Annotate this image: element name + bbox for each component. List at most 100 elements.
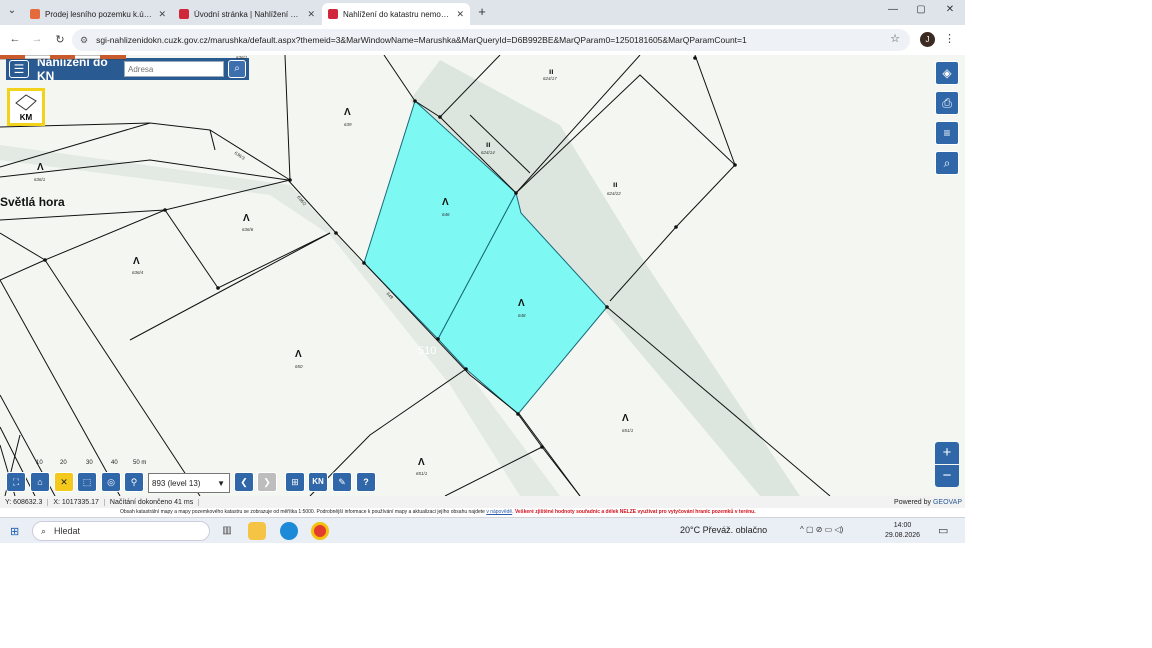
scale-tick: 50 m	[133, 460, 147, 466]
forest-symbol: Λ	[133, 256, 140, 267]
minimize-button[interactable]: —	[883, 4, 903, 15]
tab-search-chevron-icon[interactable]: ⌄	[2, 5, 22, 16]
tab-close-icon[interactable]: ✕	[158, 9, 166, 20]
parcel-number: 646	[442, 212, 450, 217]
windows-start-icon[interactable]: ⊞	[10, 525, 19, 538]
forest-symbol: Λ	[442, 197, 449, 208]
file-explorer-icon[interactable]	[248, 522, 266, 540]
cadastral-map[interactable]: ☰ Nahlížení do KN ⌕ KM ◈ ⎙ ≡ ⌕ + − Světl…	[0, 55, 965, 496]
tab-prodej[interactable]: Prodej lesního pozemku k.ú. Hr ✕	[24, 3, 172, 25]
parcel-number: 651/1	[416, 471, 428, 476]
annotate-button[interactable]: ✎	[332, 472, 352, 492]
parcel-number: 624/17	[543, 76, 557, 81]
coord-x: X: 1017335.17	[48, 498, 105, 506]
tab-favicon	[179, 9, 189, 19]
home-button[interactable]: ⌂	[30, 472, 50, 492]
map-layer-km-toggle[interactable]: KM	[7, 88, 45, 126]
locate-button[interactable]: ◎	[101, 472, 121, 492]
geovap-link[interactable]: GEOVAP	[933, 499, 962, 506]
parcel-number: 648	[518, 313, 526, 318]
field-symbol: ıı	[613, 180, 618, 189]
print-button[interactable]: ⎙	[935, 91, 959, 115]
next-view-button[interactable]: ❯	[257, 472, 277, 492]
url-text: sgi-nahlizenidokn.cuzk.gov.cz/marushka/d…	[96, 35, 747, 45]
parcel-number: 624/22	[607, 191, 621, 196]
taskbar-search-label: Hledat	[54, 526, 81, 536]
edge-icon[interactable]	[280, 522, 298, 540]
search-icon: ⌕	[41, 525, 47, 536]
notifications-icon[interactable]: ▭	[938, 524, 948, 537]
forward-button[interactable]: →	[30, 33, 44, 45]
help-button[interactable]: ?	[356, 472, 376, 492]
kn-info-button[interactable]: KN	[308, 472, 328, 492]
forest-symbol: Λ	[622, 413, 629, 424]
load-status: Načítání dokončeno 41 ms	[105, 498, 200, 506]
powered-by: Powered by GEOVAP	[894, 499, 965, 506]
field-symbol: ıı	[549, 67, 554, 76]
parcel-number: 651/1	[622, 428, 634, 433]
address-bar[interactable]: ⚙ sgi-nahlizenidokn.cuzk.gov.cz/marushka…	[72, 29, 910, 51]
close-window-button[interactable]: ✕	[940, 4, 960, 15]
elevation-label: 510	[418, 345, 437, 357]
scale-level-select[interactable]: 893 (level 13) ▼	[148, 473, 230, 493]
back-button[interactable]: ←	[8, 33, 22, 45]
help-link[interactable]: v nápovědě	[486, 509, 512, 515]
parcel-number: 636/6	[242, 227, 254, 232]
weather-widget[interactable]: 20°C Převáž. oblačno	[680, 525, 767, 535]
disclaimer-warning: Veškeré zjištěné hodnoty souřadnic a dél…	[514, 509, 756, 515]
maximize-button[interactable]: ▢	[911, 4, 931, 15]
scale-level-value: 893 (level 13)	[152, 478, 201, 488]
scale-tick: 30	[86, 460, 93, 466]
road-label: 636/1	[236, 55, 248, 60]
system-tray[interactable]: ^ ▢ ⊘ ▭ ◁)	[800, 525, 843, 534]
tab-title: Nahlížení do katastru nemovito	[343, 9, 451, 19]
bookmark-star-icon[interactable]: ☆	[890, 32, 900, 45]
status-bar: Y: 608632.3 X: 1017335.17 Načítání dokon…	[0, 496, 965, 508]
legend-button[interactable]: ≡	[935, 121, 959, 145]
tab-title: Prodej lesního pozemku k.ú. Hr	[45, 9, 153, 19]
tab-uvodni[interactable]: Úvodní stránka | Nahlížení do k ✕	[173, 3, 321, 25]
chrome-icon[interactable]	[311, 522, 329, 540]
zoom-in-button[interactable]: +	[935, 442, 959, 464]
search-button[interactable]: ⌕	[228, 60, 246, 78]
tab-nahlizeni[interactable]: Nahlížení do katastru nemovito ✕	[322, 3, 470, 25]
clear-selection-button[interactable]: ✕	[54, 472, 74, 492]
tab-close-icon[interactable]: ✕	[307, 9, 315, 20]
layers-button[interactable]: ◈	[935, 61, 959, 85]
pin-button[interactable]: ⚲	[124, 472, 144, 492]
app-header: ☰ Nahlížení do KN ⌕	[6, 55, 249, 83]
browser-tab-strip: ⌄ Prodej lesního pozemku k.ú. Hr ✕ Úvodn…	[0, 0, 965, 25]
disclaimer-text: Obsah katastrální mapy a mapy pozemkovéh…	[120, 509, 485, 515]
reload-button[interactable]: ↻	[53, 33, 67, 46]
task-view-icon[interactable]: ▥	[218, 522, 236, 540]
site-info-icon[interactable]: ⚙	[80, 35, 88, 46]
forest-symbol: Λ	[243, 213, 250, 224]
browser-menu-icon[interactable]: ⋮	[944, 32, 955, 45]
tab-close-icon[interactable]: ✕	[456, 9, 464, 20]
taskbar: ⊞ ⌕ Hledat ▥ 20°C Převáž. oblačno ^ ▢ ⊘ …	[0, 517, 965, 543]
measure-button[interactable]: ⊞	[285, 472, 305, 492]
full-extent-button[interactable]: ⛶	[6, 472, 26, 492]
parcel-number: 624/14	[481, 150, 495, 155]
new-tab-button[interactable]: +	[472, 4, 492, 19]
address-search-input[interactable]	[124, 61, 224, 77]
menu-button[interactable]: ☰	[9, 60, 29, 78]
map-search-button[interactable]: ⌕	[935, 151, 959, 175]
parcel-number: 650	[295, 364, 303, 369]
scale-bar	[0, 55, 126, 60]
clock-time: 14:00	[893, 522, 912, 529]
clock[interactable]: 14:00 29.08.2026	[885, 521, 920, 541]
map-canvas	[0, 55, 831, 496]
parcel-number: 636/4	[132, 270, 144, 275]
clock-date: 29.08.2026	[885, 532, 921, 539]
previous-view-button[interactable]: ❮	[234, 472, 254, 492]
rectangle-select-button[interactable]: ⬚	[77, 472, 97, 492]
taskbar-search[interactable]: ⌕ Hledat	[32, 521, 210, 541]
profile-avatar[interactable]: J	[920, 32, 935, 47]
coord-y: Y: 608632.3	[0, 498, 49, 506]
scale-tick: 40	[111, 460, 118, 466]
browser-toolbar: ← → ↻ ⚙ sgi-nahlizenidokn.cuzk.gov.cz/ma…	[0, 25, 965, 55]
parcel-number: 639	[344, 122, 352, 127]
forest-symbol: Λ	[418, 457, 425, 468]
zoom-out-button[interactable]: −	[935, 465, 959, 487]
